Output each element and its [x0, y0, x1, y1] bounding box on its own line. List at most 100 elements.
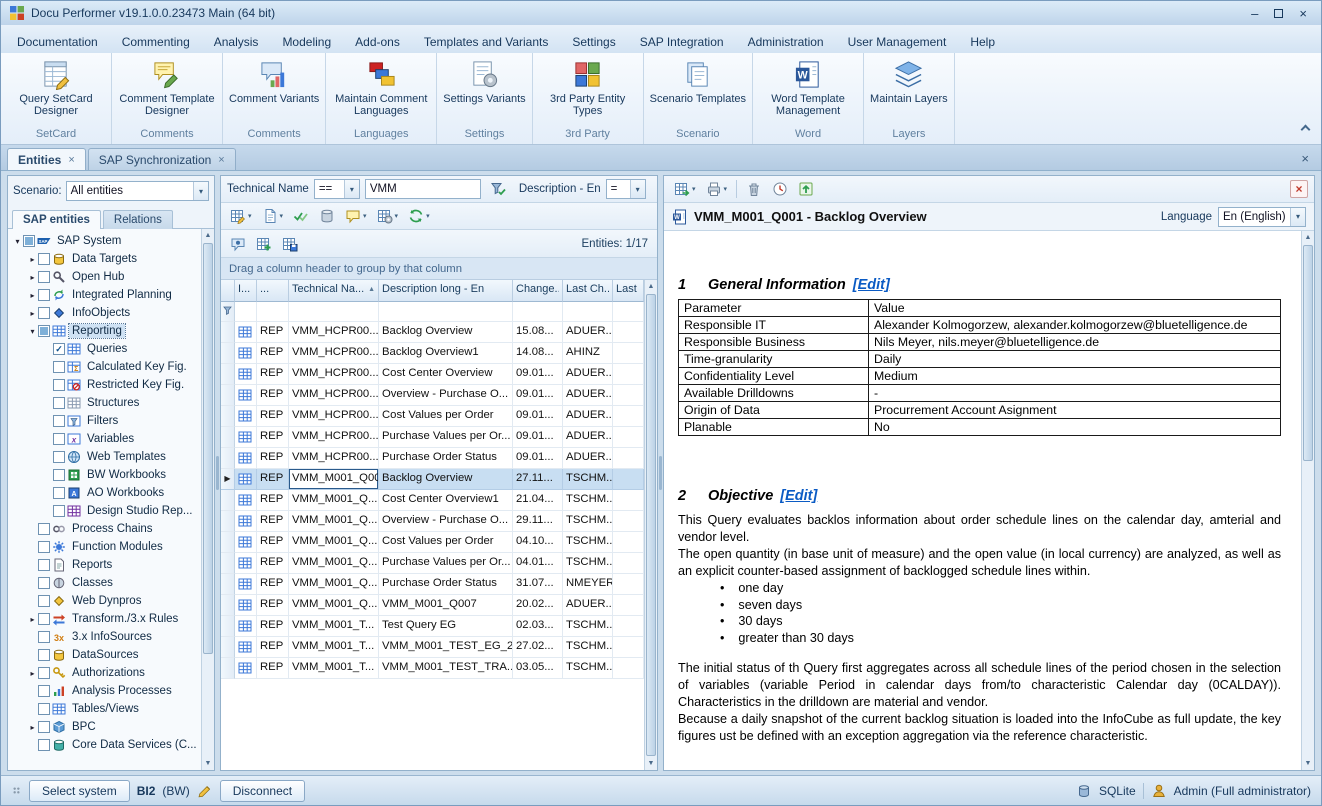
- history-button[interactable]: [768, 178, 792, 200]
- close-preview-button[interactable]: ×: [1290, 180, 1308, 198]
- disconnect-button[interactable]: Disconnect: [220, 780, 305, 802]
- column-header-last[interactable]: Last ...: [613, 280, 644, 302]
- tree-item-queries[interactable]: ✓Queries: [8, 340, 201, 358]
- document-tab-sap-synchronization[interactable]: SAP Synchronization×: [88, 148, 236, 170]
- tree-checkbox[interactable]: [38, 703, 50, 715]
- grid-row-vmm-hcpr00-6[interactable]: REPVMM_HCPR00...Purchase Order Status09.…: [221, 448, 644, 469]
- tree-checkbox[interactable]: [38, 595, 50, 607]
- select-system-button[interactable]: Select system: [29, 780, 130, 802]
- filter-cell[interactable]: [235, 302, 257, 322]
- scroll-up-icon[interactable]: ▲: [645, 280, 657, 293]
- column-header-change[interactable]: Change...: [513, 280, 563, 302]
- menu-sap-integration[interactable]: SAP Integration: [628, 29, 736, 53]
- ribbon-button-maintain-layers[interactable]: Maintain Layers: [866, 55, 952, 105]
- menu-help[interactable]: Help: [958, 29, 1007, 53]
- menu-modeling[interactable]: Modeling: [270, 29, 343, 53]
- ribbon-button-word-template-management[interactable]: WWord Template Management: [755, 55, 861, 118]
- tree-checkbox[interactable]: ✓: [53, 343, 65, 355]
- column-header-last-ch[interactable]: Last Ch...: [563, 280, 613, 302]
- tree-item-bw-workbooks[interactable]: BW Workbooks: [8, 466, 201, 484]
- expand-arrow-icon[interactable]: ▸: [27, 723, 38, 732]
- export-button[interactable]: ▾: [670, 178, 700, 200]
- close-document-icon[interactable]: ×: [1295, 151, 1315, 170]
- tree-item-bpc[interactable]: ▸BPC: [8, 718, 201, 736]
- grid-row-vmm-hcpr00-3[interactable]: REPVMM_HCPR00...Overview - Purchase O...…: [221, 385, 644, 406]
- tree-item-function-modules[interactable]: Function Modules: [8, 538, 201, 556]
- ribbon-button-comment-variants[interactable]: Comment Variants: [225, 55, 323, 105]
- operator-select[interactable]: == ▾: [314, 179, 360, 199]
- tree-checkbox[interactable]: [38, 577, 50, 589]
- expand-arrow-icon[interactable]: ▸: [27, 255, 38, 264]
- menu-administration[interactable]: Administration: [736, 29, 836, 53]
- publish-button[interactable]: [794, 178, 818, 200]
- delete-button[interactable]: [742, 178, 766, 200]
- document-button[interactable]: ▾: [258, 205, 288, 227]
- filter-cell[interactable]: [513, 302, 563, 322]
- tree-item-datasources[interactable]: DataSources: [8, 646, 201, 664]
- validate-button[interactable]: [289, 205, 313, 227]
- tree-item-classes[interactable]: Classes: [8, 574, 201, 592]
- tree-item-reporting[interactable]: ▾Reporting: [8, 322, 201, 340]
- grid-row-vmm-m001-q-9[interactable]: REPVMM_M001_Q...Overview - Purchase O...…: [221, 511, 644, 532]
- tree-checkbox[interactable]: [38, 307, 50, 319]
- ribbon-button-scenario-templates[interactable]: Scenario Templates: [646, 55, 750, 105]
- tree-checkbox[interactable]: [53, 469, 65, 481]
- group-by-panel[interactable]: Drag a column header to group by that co…: [221, 258, 657, 280]
- expand-arrow-icon[interactable]: ▸: [27, 669, 38, 678]
- collapse-ribbon-button[interactable]: [1302, 120, 1309, 138]
- comment-button[interactable]: ▾: [341, 205, 371, 227]
- maximize-button[interactable]: [1274, 7, 1283, 20]
- grid-row-vmm-m001-q-11[interactable]: REPVMM_M001_Q...Purchase Values per Or..…: [221, 553, 644, 574]
- tree-checkbox[interactable]: [38, 559, 50, 571]
- tab-relations[interactable]: Relations: [103, 210, 173, 229]
- tree-checkbox[interactable]: [38, 541, 50, 553]
- expand-arrow-icon[interactable]: ▸: [27, 309, 38, 318]
- edit-system-icon[interactable]: [197, 783, 213, 799]
- scroll-down-icon[interactable]: ▼: [1302, 757, 1314, 770]
- grid-row-vmm-m001-q001-7[interactable]: ▶REPVMM_M001_Q001Backlog Overview27.11..…: [221, 469, 644, 490]
- tree-item-variables[interactable]: xVariables: [8, 430, 201, 448]
- tree-checkbox[interactable]: [38, 631, 50, 643]
- description-operator-select[interactable]: = ▾: [606, 179, 646, 199]
- filter-cell[interactable]: [613, 302, 644, 322]
- close-icon[interactable]: ×: [218, 154, 224, 166]
- menu-templates-and-vari-ants[interactable]: Templates and Vari­ants: [412, 29, 561, 53]
- tree-item-infoobjects[interactable]: ▸InfoObjects: [8, 304, 201, 322]
- comment-preview-button[interactable]: [226, 233, 250, 255]
- column-header-item[interactable]: ...: [257, 280, 289, 302]
- expand-arrow-icon[interactable]: ▸: [27, 291, 38, 300]
- tree-checkbox[interactable]: [38, 613, 50, 625]
- menu-commenting[interactable]: Commenting: [110, 29, 202, 53]
- scroll-up-icon[interactable]: ▲: [1302, 231, 1314, 244]
- language-select[interactable]: En (English) ▾: [1218, 207, 1306, 227]
- grid-row-vmm-m001-q-13[interactable]: REPVMM_M001_Q...VMM_M001_Q00720.02...ADU…: [221, 595, 644, 616]
- grid-row-vmm-hcpr00-2[interactable]: REPVMM_HCPR00...Cost Center Overview09.0…: [221, 364, 644, 385]
- tree-checkbox[interactable]: [53, 433, 65, 445]
- right-splitter[interactable]: [658, 175, 663, 771]
- tree-item-web-templates[interactable]: Web Templates: [8, 448, 201, 466]
- edit-link[interactable]: [Edit]: [780, 488, 817, 504]
- tree-item-calculated-key-fig[interactable]: ΣCalculated Key Fig.: [8, 358, 201, 376]
- tree-item-integrated-planning[interactable]: ▸Integrated Planning: [8, 286, 201, 304]
- tree-item-reports[interactable]: Reports: [8, 556, 201, 574]
- ribbon-button-3rd-party-entity-types[interactable]: 3rd Party Entity Types: [535, 55, 641, 118]
- tree-checkbox[interactable]: [38, 325, 50, 337]
- tree-item-process-chains[interactable]: Process Chains: [8, 520, 201, 538]
- print-button[interactable]: ▾: [702, 178, 732, 200]
- close-icon[interactable]: ×: [68, 154, 74, 166]
- expand-arrow-icon[interactable]: ▸: [27, 273, 38, 282]
- tree-checkbox[interactable]: [53, 361, 65, 373]
- grid-scrollbar[interactable]: ▲ ▼: [644, 280, 657, 770]
- tree-item-analysis-processes[interactable]: Analysis Processes: [8, 682, 201, 700]
- scroll-up-icon[interactable]: ▲: [202, 229, 214, 242]
- expand-arrow-icon[interactable]: ▸: [27, 615, 38, 624]
- tree-item-authorizations[interactable]: ▸Authorizations: [8, 664, 201, 682]
- tree-item-structures[interactable]: Structures: [8, 394, 201, 412]
- grid-row-vmm-hcpr00-0[interactable]: REPVMM_HCPR00...Backlog Overview15.08...…: [221, 322, 644, 343]
- scroll-thumb[interactable]: [203, 243, 213, 654]
- ribbon-button-query-setcard-designer[interactable]: Query SetCard Designer: [3, 55, 109, 118]
- scroll-down-icon[interactable]: ▼: [202, 757, 214, 770]
- grid-row-vmm-m001-q-10[interactable]: REPVMM_M001_Q...Cost Values per Order04.…: [221, 532, 644, 553]
- tree-checkbox[interactable]: [53, 397, 65, 409]
- tree-checkbox[interactable]: [53, 505, 65, 517]
